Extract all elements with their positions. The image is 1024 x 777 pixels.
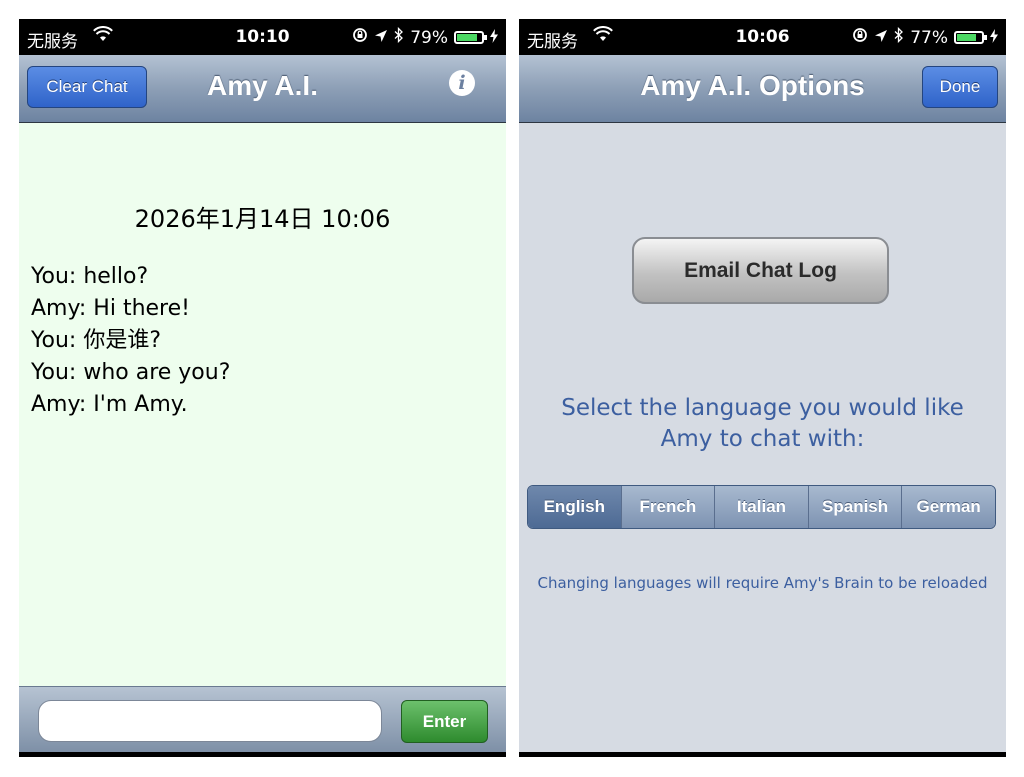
chat-nav-bar: Clear Chat Amy A.I. i (19, 55, 506, 123)
language-change-note: Changing languages will require Amy's Br… (537, 574, 988, 592)
chat-log[interactable]: 2026年1月14日 10:06 You: hello? Amy: Hi the… (19, 123, 506, 686)
battery-icon (454, 31, 487, 44)
status-right-group: 79% (352, 26, 498, 48)
status-bar: 无服务 10:10 79% (19, 19, 506, 55)
chat-message: You: 你是谁? (31, 328, 162, 353)
options-nav-bar: Amy A.I. Options Done (519, 55, 1006, 123)
charging-bolt-icon (990, 28, 998, 48)
chat-screen: 无服务 10:10 79% Clear Chat Amy A.I. i 2026… (19, 19, 506, 757)
chat-message: Amy: I'm Amy. (31, 392, 188, 417)
page-title: Amy A.I. Options (640, 70, 865, 101)
options-screen: 无服务 10:06 77% Amy A.I. Options Done Emai… (519, 19, 1006, 757)
chat-messages: You: hello? Amy: Hi there! You: 你是谁? You… (31, 261, 230, 421)
enter-button[interactable]: Enter (401, 700, 488, 743)
options-panel: Email Chat Log Select the language you w… (519, 123, 1006, 757)
battery-percent: 77% (910, 27, 948, 48)
rotation-lock-icon (352, 27, 368, 48)
language-prompt-line: Select the language you would like (561, 395, 964, 421)
language-option-german[interactable]: German (901, 486, 995, 528)
bluetooth-icon (894, 26, 904, 48)
chat-date: 2026年1月14日 10:06 (134, 205, 391, 233)
chat-message: You: who are you? (31, 360, 231, 385)
screen-bottom-edge (519, 752, 1006, 757)
location-arrow-icon (374, 28, 388, 48)
chat-input[interactable] (38, 700, 382, 742)
battery-icon (954, 31, 987, 44)
bluetooth-icon (394, 26, 404, 48)
language-option-spanish[interactable]: Spanish (807, 486, 902, 528)
language-option-english[interactable]: English (528, 486, 621, 528)
screen-bottom-edge (19, 752, 506, 757)
language-prompt: Select the language you would like Amy t… (519, 393, 1006, 455)
info-icon[interactable]: i (449, 70, 475, 96)
rotation-lock-icon (852, 27, 868, 48)
battery-percent: 79% (410, 27, 448, 48)
chat-message: Amy: Hi there! (31, 296, 190, 321)
chat-input-bar: Enter (19, 686, 506, 753)
language-option-french[interactable]: French (620, 486, 715, 528)
email-chat-log-button[interactable]: Email Chat Log (632, 237, 889, 304)
language-prompt-line: Amy to chat with: (660, 426, 865, 452)
chat-message: You: hello? (31, 264, 149, 289)
language-option-italian[interactable]: Italian (714, 486, 808, 528)
location-arrow-icon (874, 28, 888, 48)
language-selector: English French Italian Spanish German (527, 485, 996, 529)
status-right-group: 77% (852, 26, 998, 48)
page-title: Amy A.I. (207, 70, 318, 101)
charging-bolt-icon (490, 28, 498, 48)
status-bar: 无服务 10:06 77% (519, 19, 1006, 55)
done-button[interactable]: Done (922, 66, 998, 108)
